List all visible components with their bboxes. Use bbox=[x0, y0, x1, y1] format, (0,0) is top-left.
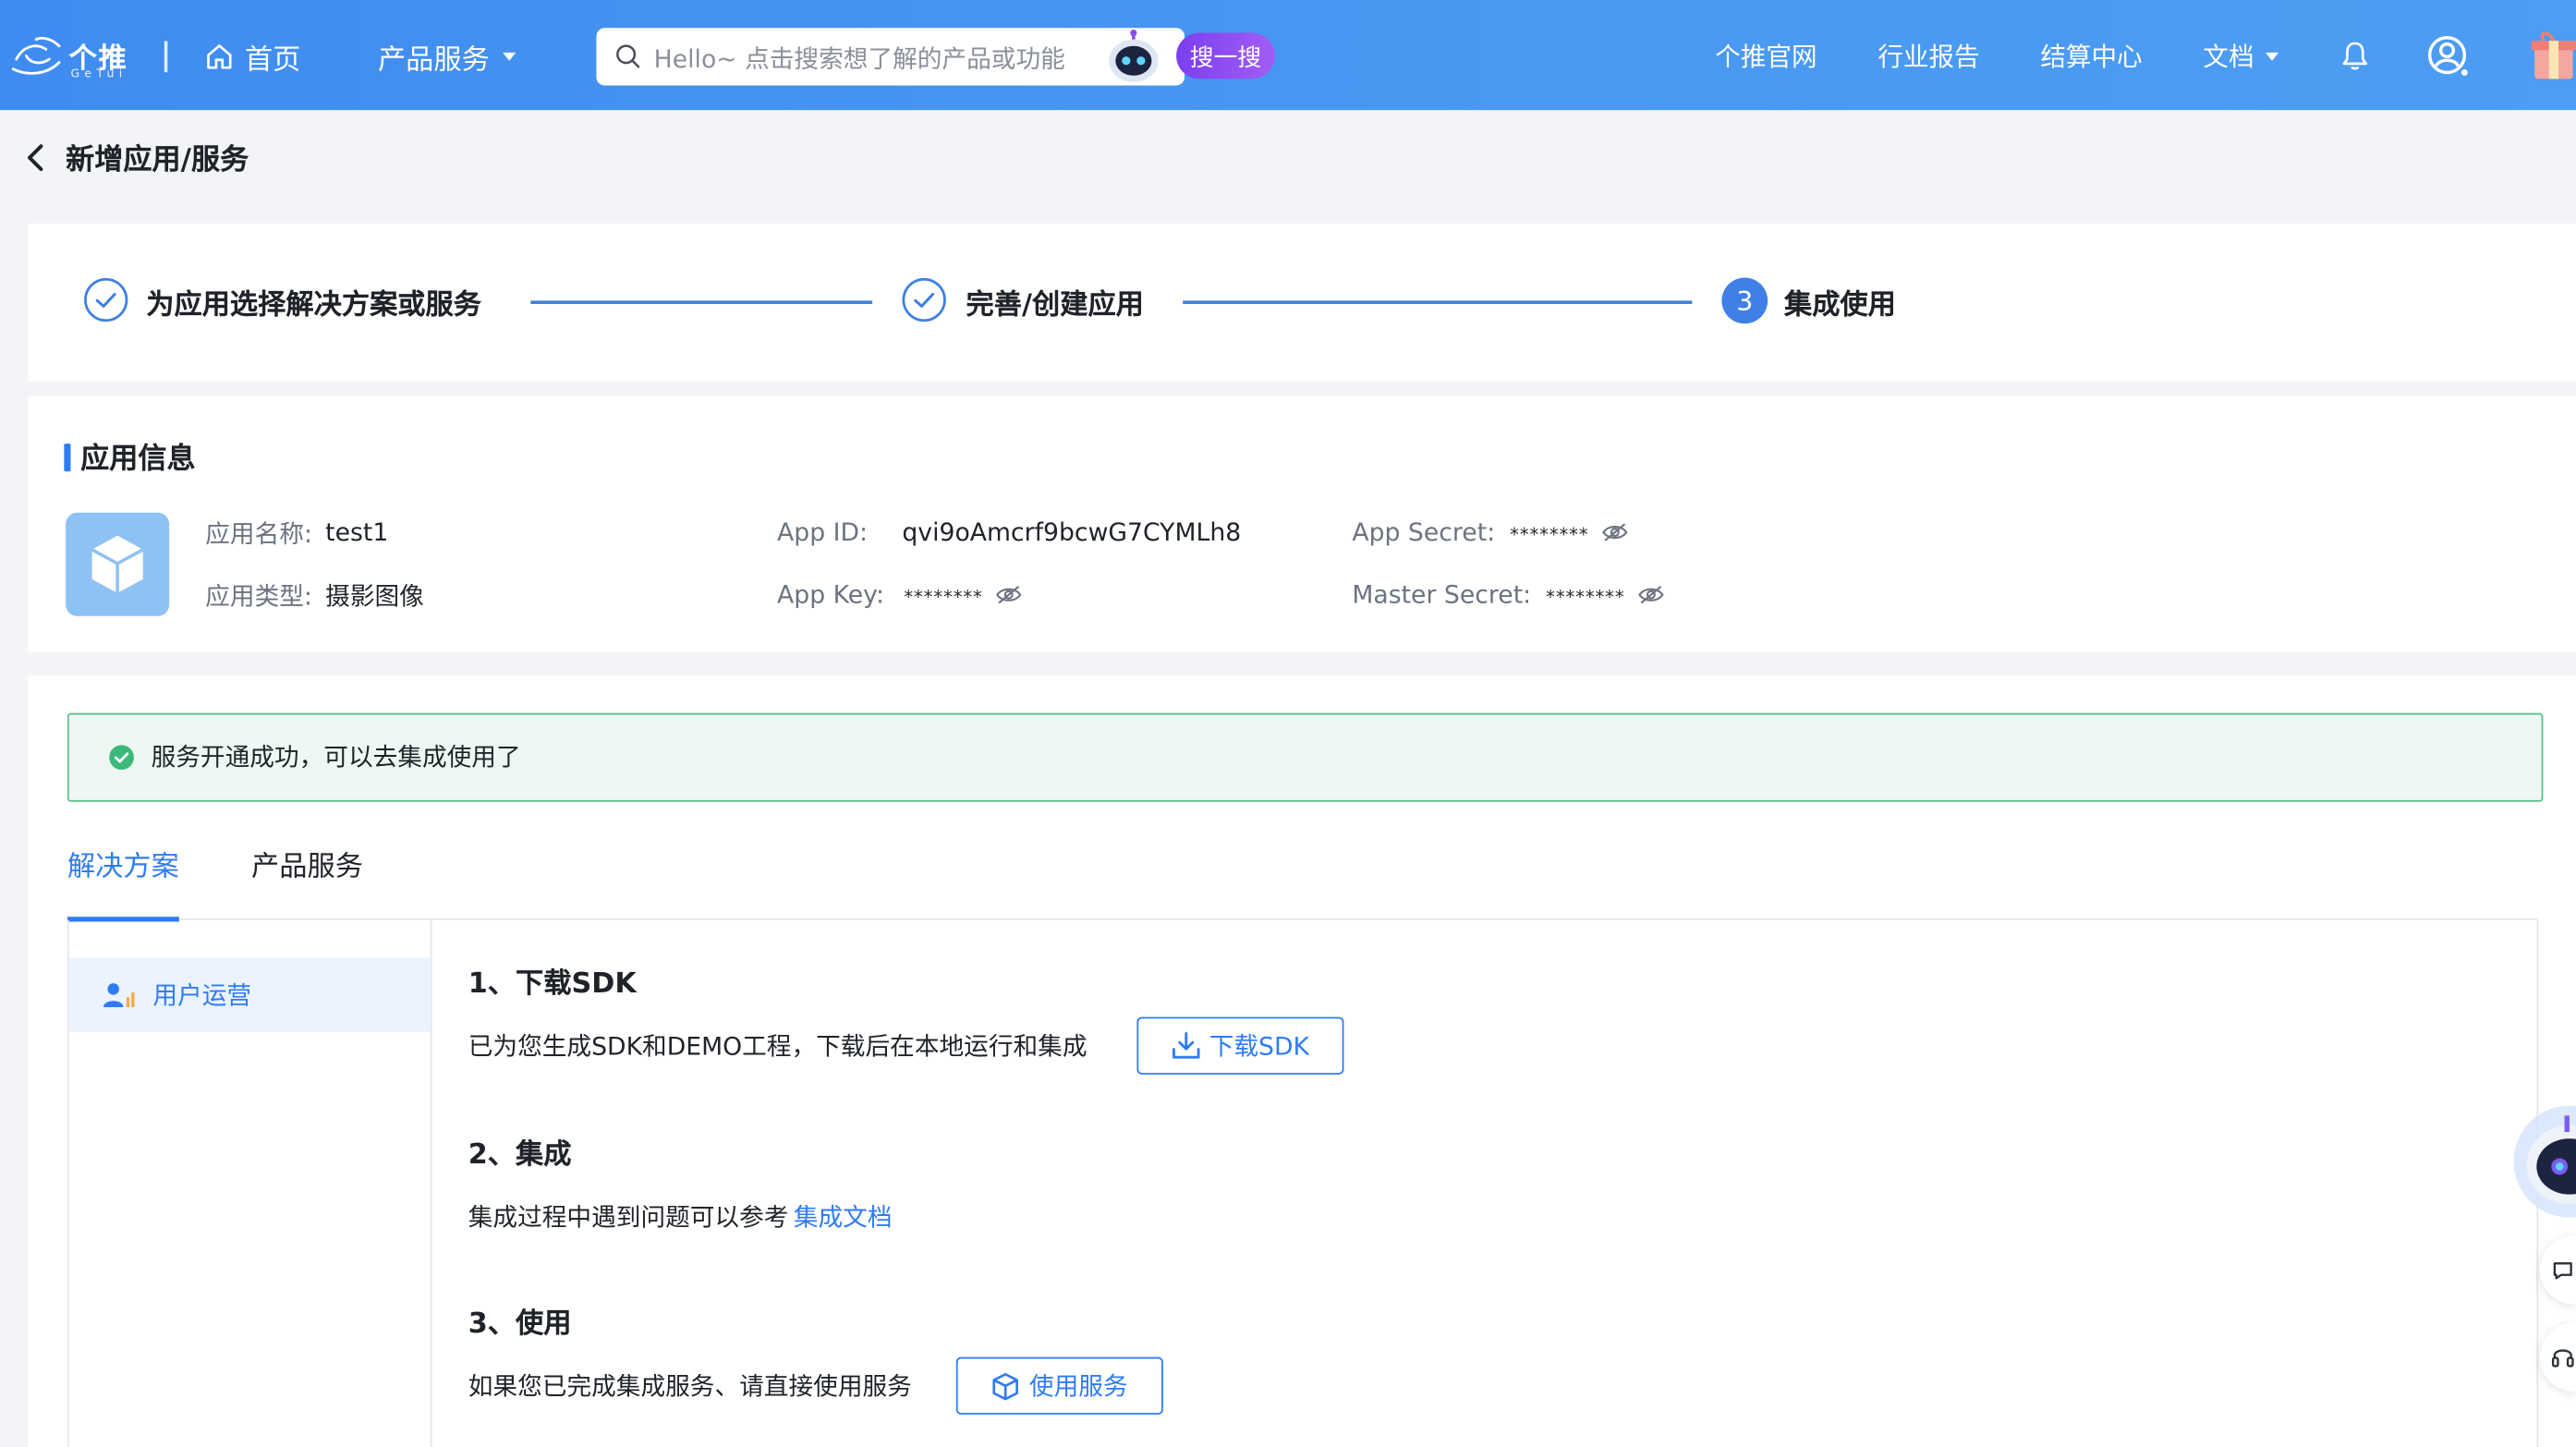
app-name-label: 应用名称: bbox=[205, 517, 312, 548]
floating-assistant-robot-icon[interactable] bbox=[2510, 1096, 2576, 1224]
logo-subtext: GeTui bbox=[70, 67, 128, 81]
app-id-label: App ID: bbox=[777, 517, 869, 548]
section-title: 应用信息 bbox=[64, 439, 196, 476]
page-header: 新增应用/服务 bbox=[23, 138, 249, 177]
master-secret-value: ******** bbox=[1546, 585, 1625, 607]
guide-step-2-title: 2、集成 bbox=[468, 1137, 572, 1171]
app-info-card: 应用信息 应用名称: test1 应用类型: 摄影图像 App ID: qvi9… bbox=[28, 395, 2576, 652]
master-secret-row: Master Secret: ******** bbox=[1352, 577, 1664, 613]
steps-progress: 为应用选择解决方案或服务 完善/创建应用 3 集成使用 bbox=[28, 223, 2576, 382]
cube-icon bbox=[91, 535, 144, 593]
step-3-number: 3 bbox=[1721, 277, 1768, 324]
nav-home-label: 首页 bbox=[244, 43, 301, 77]
step-connector bbox=[530, 300, 873, 304]
section-title-bar bbox=[64, 443, 71, 471]
top-navigation-bar: 个推 GeTui 首页 产品服务 搜一搜 bbox=[0, 0, 2576, 111]
box-icon bbox=[993, 1372, 1019, 1400]
step-connector bbox=[1183, 300, 1693, 304]
app-key-value: ******** bbox=[904, 585, 983, 607]
nav-products-label: 产品服务 bbox=[377, 43, 490, 77]
success-alert-text: 服务开通成功，可以去集成使用了 bbox=[151, 741, 521, 772]
page-root: 个推 GeTui 首页 产品服务 搜一搜 bbox=[0, 0, 2576, 1447]
page-title: 新增应用/服务 bbox=[66, 143, 249, 177]
step-done-check-icon bbox=[84, 277, 128, 322]
caret-down-icon bbox=[2265, 52, 2279, 60]
user-operations-icon bbox=[103, 982, 135, 1007]
app-secret-row: App Secret: ******** bbox=[1352, 515, 1628, 551]
guide-step-1-title: 1、下载SDK bbox=[468, 967, 637, 1000]
app-name-row: 应用名称: test1 bbox=[205, 515, 388, 551]
search-icon bbox=[616, 44, 640, 68]
tabs-divider bbox=[67, 918, 2539, 920]
sidebar-item-user-operations[interactable]: 用户运营 bbox=[68, 957, 431, 1032]
app-type-value: 摄影图像 bbox=[325, 580, 424, 611]
app-type-row: 应用类型: 摄影图像 bbox=[205, 577, 424, 613]
sidebar-item-label: 用户运营 bbox=[152, 980, 252, 1011]
search-button[interactable]: 搜一搜 bbox=[1176, 32, 1275, 79]
headset-icon bbox=[2551, 1349, 2574, 1368]
tab-solutions[interactable]: 解决方案 bbox=[67, 843, 179, 883]
solution-sidebar: 用户运营 bbox=[67, 919, 432, 1447]
caret-down-icon bbox=[503, 52, 516, 60]
download-sdk-button[interactable]: 下载SDK bbox=[1136, 1016, 1344, 1075]
search-box[interactable] bbox=[596, 28, 1185, 86]
guide-step-3-title: 3、使用 bbox=[468, 1307, 572, 1341]
gift-icon[interactable] bbox=[2525, 28, 2576, 82]
download-icon bbox=[1173, 1031, 1200, 1059]
eye-hidden-icon[interactable] bbox=[1602, 522, 1628, 541]
app-icon bbox=[66, 512, 170, 616]
section-title-text: 应用信息 bbox=[80, 443, 196, 476]
guide-step-1-desc: 已为您生成SDK和DEMO工程，下载后在本地运行和集成 bbox=[468, 1030, 1088, 1061]
nav-divider bbox=[164, 41, 167, 73]
app-type-label: 应用类型: bbox=[205, 580, 312, 611]
app-secret-label: App Secret: bbox=[1352, 517, 1496, 548]
nav-home[interactable]: 首页 bbox=[203, 36, 301, 77]
nav-official-site[interactable]: 个推官网 bbox=[1715, 36, 1817, 76]
use-service-button[interactable]: 使用服务 bbox=[955, 1356, 1163, 1415]
step-2-label: 完善/创建应用 bbox=[966, 288, 1144, 322]
success-alert: 服务开通成功，可以去集成使用了 bbox=[67, 712, 2544, 802]
app-secret-value: ******** bbox=[1510, 523, 1589, 545]
app-name-value: test1 bbox=[325, 517, 389, 548]
guide-step-2-desc: 集成过程中遇到问题可以参考 bbox=[468, 1201, 789, 1232]
nav-docs-label: 文档 bbox=[2203, 43, 2254, 73]
guide-step-3-desc: 如果您已完成集成服务、请直接使用服务 bbox=[468, 1370, 912, 1401]
integration-card: 服务开通成功，可以去集成使用了 解决方案 产品服务 用户运营 1、下载SDK 已… bbox=[28, 675, 2576, 1447]
app-key-label: App Key: bbox=[777, 579, 885, 610]
tab-product-services[interactable]: 产品服务 bbox=[251, 843, 363, 883]
chat-bubble-icon bbox=[2553, 1262, 2572, 1280]
step-done-check-icon bbox=[902, 277, 946, 322]
nav-products-dropdown[interactable]: 产品服务 bbox=[377, 36, 516, 77]
master-secret-label: Master Secret: bbox=[1352, 579, 1532, 610]
app-id-value[interactable]: qvi9oAmcrf9bcwG7CYMLh8 bbox=[902, 517, 1241, 547]
step-3-label: 集成使用 bbox=[1783, 288, 1896, 322]
search-input[interactable] bbox=[650, 34, 1101, 82]
nav-docs-dropdown[interactable]: 文档 bbox=[2203, 36, 2279, 76]
user-avatar-icon[interactable] bbox=[2426, 34, 2471, 79]
app-key-row: App Key: ******** bbox=[777, 577, 1022, 613]
assistant-robot-icon[interactable] bbox=[1100, 28, 1166, 87]
eye-hidden-icon[interactable] bbox=[996, 585, 1022, 604]
guide-step-2-desc-row: 集成过程中遇到问题可以参考 集成文档 bbox=[468, 1198, 893, 1234]
home-icon bbox=[207, 43, 232, 68]
integration-docs-link[interactable]: 集成文档 bbox=[794, 1198, 893, 1233]
download-sdk-label: 下载SDK bbox=[1209, 1031, 1310, 1062]
eye-hidden-icon[interactable] bbox=[1638, 585, 1664, 604]
bell-icon[interactable] bbox=[2339, 40, 2371, 73]
step-1-label: 为应用选择解决方案或服务 bbox=[146, 288, 481, 322]
nav-billing-center[interactable]: 结算中心 bbox=[2040, 36, 2142, 76]
success-check-icon bbox=[109, 745, 134, 771]
app-id-row: App ID: qvi9oAmcrf9bcwG7CYMLh8 bbox=[777, 515, 1241, 551]
nav-industry-report[interactable]: 行业报告 bbox=[1877, 36, 1979, 76]
use-service-label: 使用服务 bbox=[1028, 1371, 1128, 1402]
back-arrow-icon[interactable] bbox=[23, 143, 49, 173]
